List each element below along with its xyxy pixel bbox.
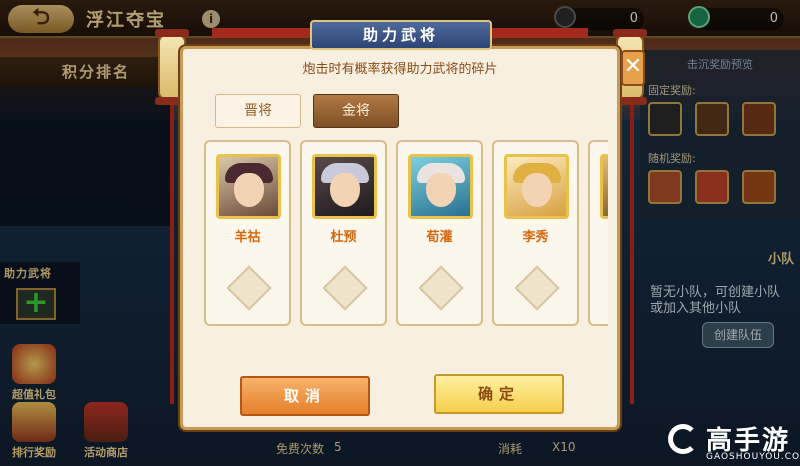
close-button[interactable]: ✕ bbox=[621, 50, 645, 86]
hero-name: 羊祜 bbox=[234, 230, 261, 245]
hero-card[interactable]: 羊祜 bbox=[204, 140, 291, 326]
hero-name: 李秀 bbox=[522, 230, 549, 245]
hero-face bbox=[522, 173, 552, 207]
fragment-slot-icon[interactable] bbox=[418, 265, 464, 311]
tab-gold-general[interactable]: 金将 bbox=[313, 94, 399, 128]
hero-card-partial[interactable] bbox=[588, 140, 608, 326]
hero-card-list: 羊祜 杜预 荀灌 李秀 bbox=[204, 140, 608, 326]
hero-card[interactable]: 荀灌 bbox=[396, 140, 483, 326]
watermark-url: GAOSHOUYOU.COM bbox=[706, 452, 800, 462]
hero-portrait bbox=[600, 154, 608, 219]
banner-ribbon-left bbox=[212, 28, 312, 38]
hero-card[interactable]: 杜预 bbox=[300, 140, 387, 326]
watermark: 高手游 GAOSHOUYOU.COM bbox=[650, 414, 800, 466]
hero-face bbox=[426, 173, 456, 207]
dialog-title: 助力武将 bbox=[310, 20, 492, 50]
hero-name: 荀灌 bbox=[426, 230, 453, 245]
hero-portrait bbox=[216, 154, 281, 219]
hero-portrait bbox=[312, 154, 377, 219]
hero-portrait bbox=[408, 154, 473, 219]
fragment-slot-icon[interactable] bbox=[322, 265, 368, 311]
right-tassel bbox=[630, 104, 634, 404]
hero-face bbox=[330, 173, 360, 207]
fragment-slot-icon[interactable] bbox=[514, 265, 560, 311]
brand-logo-icon bbox=[668, 424, 698, 454]
hero-face bbox=[234, 173, 264, 207]
cancel-button[interactable]: 取消 bbox=[240, 376, 370, 416]
hero-name: 杜预 bbox=[330, 230, 357, 245]
banner-ribbon-right bbox=[488, 28, 588, 38]
fragment-slot-icon[interactable] bbox=[226, 265, 272, 311]
hero-portrait bbox=[504, 154, 569, 219]
hero-card[interactable]: 李秀 bbox=[492, 140, 579, 326]
dialog-subtitle: 炮击时有概率获得助力武将的碎片 bbox=[302, 62, 498, 77]
confirm-button[interactable]: 确定 bbox=[434, 374, 564, 414]
left-tassel bbox=[170, 104, 174, 404]
tab-jin-general[interactable]: 晋将 bbox=[215, 94, 301, 128]
